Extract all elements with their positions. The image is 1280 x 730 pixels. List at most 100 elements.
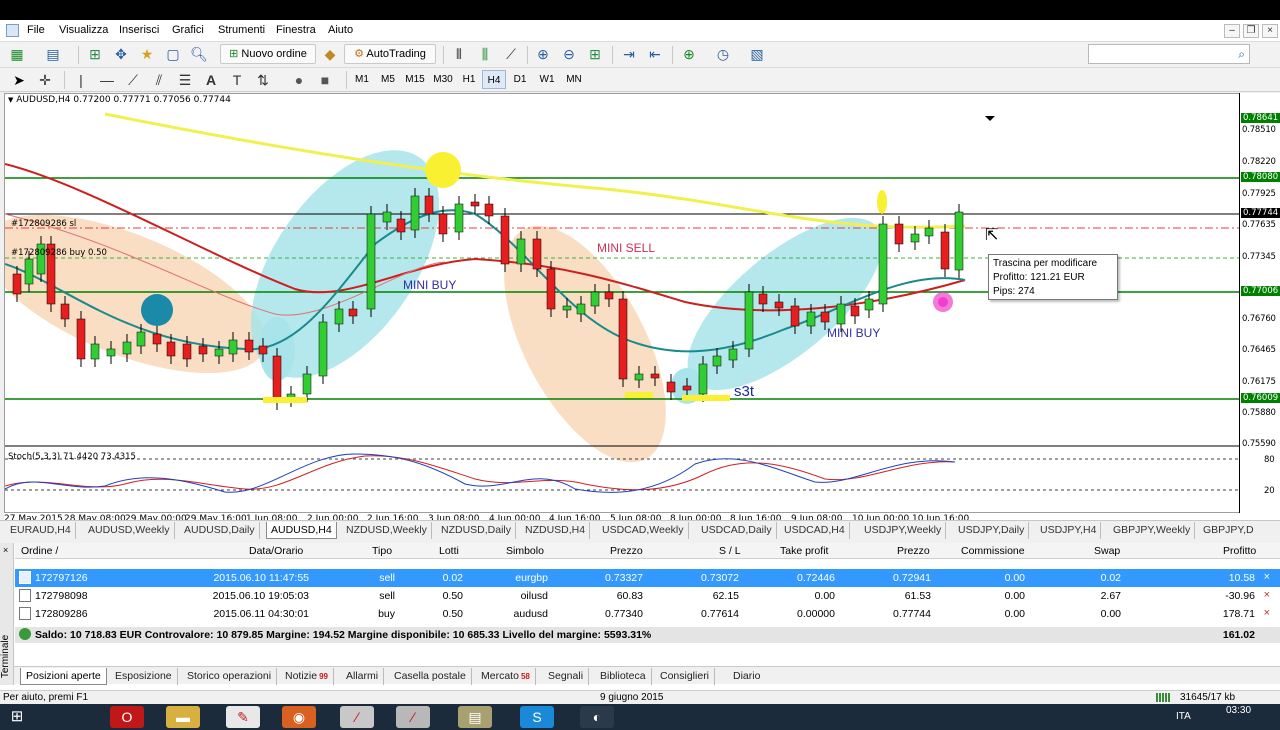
chart-tab[interactable]: NZDUSD,Daily — [437, 522, 517, 539]
trendline-icon[interactable]: ⟋ — [124, 71, 142, 89]
market-watch-icon[interactable]: ⊞ — [86, 45, 104, 63]
order-row[interactable]: 172798098 2015.06.10 19:05:03 sell 0.50 … — [15, 587, 1280, 605]
chart-tab[interactable]: AUDUSD,Weekly — [84, 522, 175, 539]
chart-tab[interactable]: USDJPY,H4 — [1036, 522, 1102, 539]
menu-visualizza[interactable]: Visualizza — [59, 24, 108, 36]
chart-tab[interactable]: EURAUD,H4 — [6, 522, 76, 539]
tab-storico[interactable]: Storico operazioni — [182, 668, 278, 685]
restore-button[interactable]: ❐ — [1243, 24, 1259, 38]
timeframe-mn[interactable]: MN — [562, 70, 586, 89]
timeframe-w1[interactable]: W1 — [535, 70, 559, 89]
close-order-icon[interactable]: × — [1264, 607, 1270, 619]
firefox-icon[interactable]: ◉ — [282, 706, 316, 728]
rectangle-icon[interactable]: ■ — [316, 71, 334, 89]
search-input[interactable]: ⌕ — [1088, 44, 1250, 64]
close-order-icon[interactable]: × — [1264, 589, 1270, 601]
bar-chart-icon[interactable]: ⫴ — [450, 45, 468, 63]
col-sl[interactable]: S / L — [719, 545, 741, 557]
col-commissione[interactable]: Commissione — [961, 545, 1025, 557]
auto-scroll-icon[interactable]: ⇤ — [646, 45, 664, 63]
timeframe-m30[interactable]: M30 — [430, 70, 456, 89]
col-data[interactable]: Data/Orario — [249, 545, 303, 557]
terminal-icon[interactable]: ▢ — [164, 45, 182, 63]
timeframe-m1[interactable]: M1 — [350, 70, 374, 89]
chart-tab-active[interactable]: AUDUSD,H4 — [266, 522, 337, 539]
col-prezzo[interactable]: Prezzo — [610, 545, 643, 557]
col-tipo[interactable]: Tipo — [372, 545, 392, 557]
chart-tab[interactable]: AUDUSD,Daily — [180, 522, 260, 539]
price-chart[interactable]: ▼ AUDUSD,H4 0.77200 0.77771 0.77056 0.77… — [4, 93, 1280, 513]
app-icon[interactable]: ✎ — [226, 706, 260, 728]
menu-strumenti[interactable]: Strumenti — [218, 24, 265, 36]
autotrading-button[interactable]: ⚙ AutoTrading — [344, 44, 436, 64]
mt4-icon-1[interactable]: ⁄ — [340, 706, 374, 728]
menu-inserisci[interactable]: Inserisci — [119, 24, 159, 36]
timeframe-h4[interactable]: H4 — [482, 70, 506, 89]
tab-allarmi[interactable]: Allarmi — [341, 668, 385, 685]
close-order-icon[interactable]: × — [1264, 571, 1270, 583]
start-icon[interactable]: ⊞ — [4, 706, 30, 728]
navigator-icon[interactable]: ★ — [138, 45, 156, 63]
chart-tab[interactable]: USDJPY,Weekly — [860, 522, 947, 539]
timeframe-m5[interactable]: M5 — [376, 70, 400, 89]
col-swap[interactable]: Swap — [1094, 545, 1120, 557]
tab-consiglieri[interactable]: Consiglieri — [655, 668, 716, 685]
terminal-close-icon[interactable]: × — [3, 545, 8, 555]
tab-biblioteca[interactable]: Biblioteca — [595, 668, 652, 685]
chart-tab[interactable]: USDCAD,Daily — [697, 522, 777, 539]
order-row[interactable]: 172809286 2015.06.11 04:30:01 buy 0.50 a… — [15, 605, 1280, 623]
chart-tab[interactable]: NZDUSD,H4 — [521, 522, 591, 539]
vertical-line-icon[interactable]: | — [72, 71, 90, 89]
horizontal-line-icon[interactable]: — — [98, 71, 116, 89]
notes-icon[interactable]: ▤ — [458, 706, 492, 728]
fibonacci-icon[interactable]: ☰ — [176, 71, 194, 89]
chart-tab[interactable]: USDCAD,Weekly — [598, 522, 689, 539]
data-window-icon[interactable]: ✥ — [112, 45, 130, 63]
close-button[interactable]: × — [1262, 24, 1278, 38]
metaeditor-icon[interactable]: ◆ — [321, 45, 339, 63]
channel-icon[interactable]: ⫽ — [150, 71, 168, 89]
order-row[interactable]: 172797126 2015.06.10 11:47:55 sell 0.02 … — [15, 569, 1280, 587]
clock[interactable]: 03:30 — [1226, 705, 1251, 716]
col-tp[interactable]: Take profit — [780, 545, 828, 557]
col-simbolo[interactable]: Simbolo — [506, 545, 544, 557]
timeframe-m15[interactable]: M15 — [402, 70, 428, 89]
chart-tab[interactable]: USDCAD,H4 — [780, 522, 850, 539]
opera-icon[interactable]: O — [110, 706, 144, 728]
arrows-icon[interactable]: ⇅ — [254, 71, 272, 89]
chart-shift-icon[interactable]: ⇥ — [620, 45, 638, 63]
chart-tab[interactable]: GBPJPY,Weekly — [1109, 522, 1196, 539]
tab-segnali[interactable]: Segnali — [543, 668, 590, 685]
tab-posizioni-aperte[interactable]: Posizioni aperte — [20, 668, 107, 685]
timeframe-d1[interactable]: D1 — [508, 70, 532, 89]
candlestick-chart-icon[interactable]: ⫼ — [476, 45, 494, 63]
minimize-button[interactable]: – — [1224, 24, 1240, 38]
tab-esposizione[interactable]: Esposizione — [110, 668, 178, 685]
col-profitto[interactable]: Profitto — [1223, 545, 1256, 557]
col-lotti[interactable]: Lotti — [439, 545, 459, 557]
folder-icon[interactable]: ▬ — [166, 706, 200, 728]
periods-icon[interactable]: ◷ — [714, 45, 732, 63]
menu-grafici[interactable]: Grafici — [172, 24, 204, 36]
col-prezzo-corrente[interactable]: Prezzo — [897, 545, 930, 557]
cursor-icon[interactable]: ➤ — [10, 71, 28, 89]
tile-windows-icon[interactable]: ⊞ — [586, 45, 604, 63]
price-axis[interactable]: 0.78510 0.78220 0.77925 0.77635 0.77345 … — [1239, 93, 1280, 513]
new-order-button[interactable]: ⊞ Nuovo ordine — [220, 44, 316, 64]
text-icon[interactable]: A — [202, 71, 220, 89]
menu-aiuto[interactable]: Aiuto — [328, 24, 353, 36]
mt4-icon-2[interactable]: ⁄ — [396, 706, 430, 728]
timeframe-h1[interactable]: H1 — [457, 70, 481, 89]
terminal-handle[interactable]: × Terminale — [0, 543, 14, 685]
tester-icon[interactable]: 🔍︎ — [190, 45, 208, 63]
tab-notizie[interactable]: Notizie 99 — [280, 668, 335, 685]
app-icon-2[interactable]: ◐ — [580, 706, 614, 728]
chart-canvas[interactable] — [5, 94, 1240, 514]
zoom-in-icon[interactable]: ⊕ — [534, 45, 552, 63]
zoom-out-icon[interactable]: ⊖ — [560, 45, 578, 63]
language-indicator[interactable]: ITA — [1176, 711, 1191, 722]
chart-tab[interactable]: NZDUSD,Weekly — [342, 522, 432, 539]
search-icon[interactable]: ⌕ — [1238, 47, 1245, 62]
crosshair-icon[interactable]: ✛ — [36, 71, 54, 89]
profiles-icon[interactable]: ▤ — [44, 45, 62, 63]
